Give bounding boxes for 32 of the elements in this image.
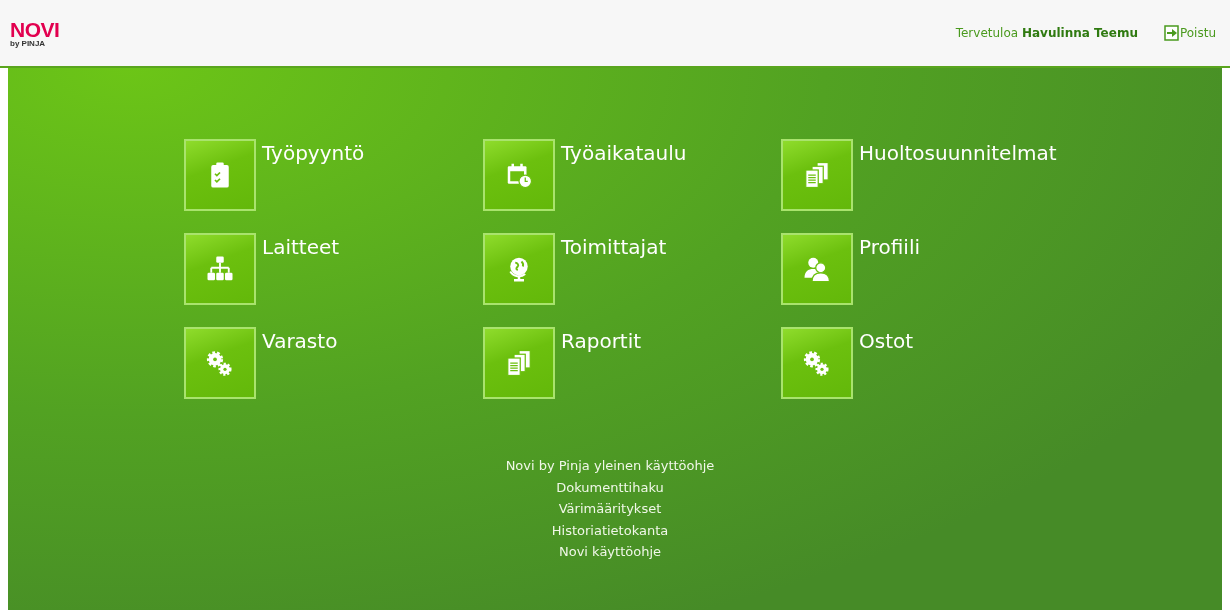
help-link[interactable]: Dokumenttihaku (556, 476, 664, 498)
tile-button[interactable] (483, 327, 555, 399)
logo-subtitle: by PINJA (10, 39, 47, 48)
documents-icon (802, 160, 832, 190)
tile-link[interactable]: Varasto (262, 331, 338, 351)
tile-link[interactable]: Toimittajat (561, 237, 667, 257)
tile-button[interactable] (184, 327, 256, 399)
welcome-text: Tervetuloa Havulinna Teemu (955, 25, 1138, 42)
help-link[interactable]: Historiatietokanta (551, 519, 669, 541)
tile-link[interactable]: Profiili (859, 237, 920, 257)
tile-button[interactable] (781, 233, 853, 305)
tile-link[interactable]: Työaikataulu (561, 143, 687, 163)
tile-button[interactable] (781, 327, 853, 399)
gears-icon (205, 348, 235, 378)
tile-link[interactable]: Raportit (561, 331, 642, 351)
documents-icon (504, 348, 534, 378)
tile-button[interactable] (184, 233, 256, 305)
help-link[interactable]: Novi by Pinja yleinen käyttöohje (505, 455, 715, 477)
tile-link[interactable]: Laitteet (262, 237, 340, 257)
tile-button[interactable] (781, 139, 853, 211)
tile-link[interactable]: Huoltosuunnitelmat (859, 143, 1057, 163)
logo: NOVI (10, 18, 60, 40)
gears-icon (802, 348, 832, 378)
logout-icon (1163, 25, 1180, 41)
tile-button[interactable] (483, 139, 555, 211)
help-link[interactable]: Värimääritykset (558, 498, 662, 520)
tile-link[interactable]: Ostot (859, 331, 914, 351)
tile-button[interactable] (483, 233, 555, 305)
logout-link[interactable]: Poistu (1163, 24, 1216, 42)
tile-link[interactable]: Työpyyntö (262, 143, 365, 163)
help-link[interactable]: Novi käyttöohje (559, 541, 661, 563)
tile-button[interactable] (184, 139, 256, 211)
